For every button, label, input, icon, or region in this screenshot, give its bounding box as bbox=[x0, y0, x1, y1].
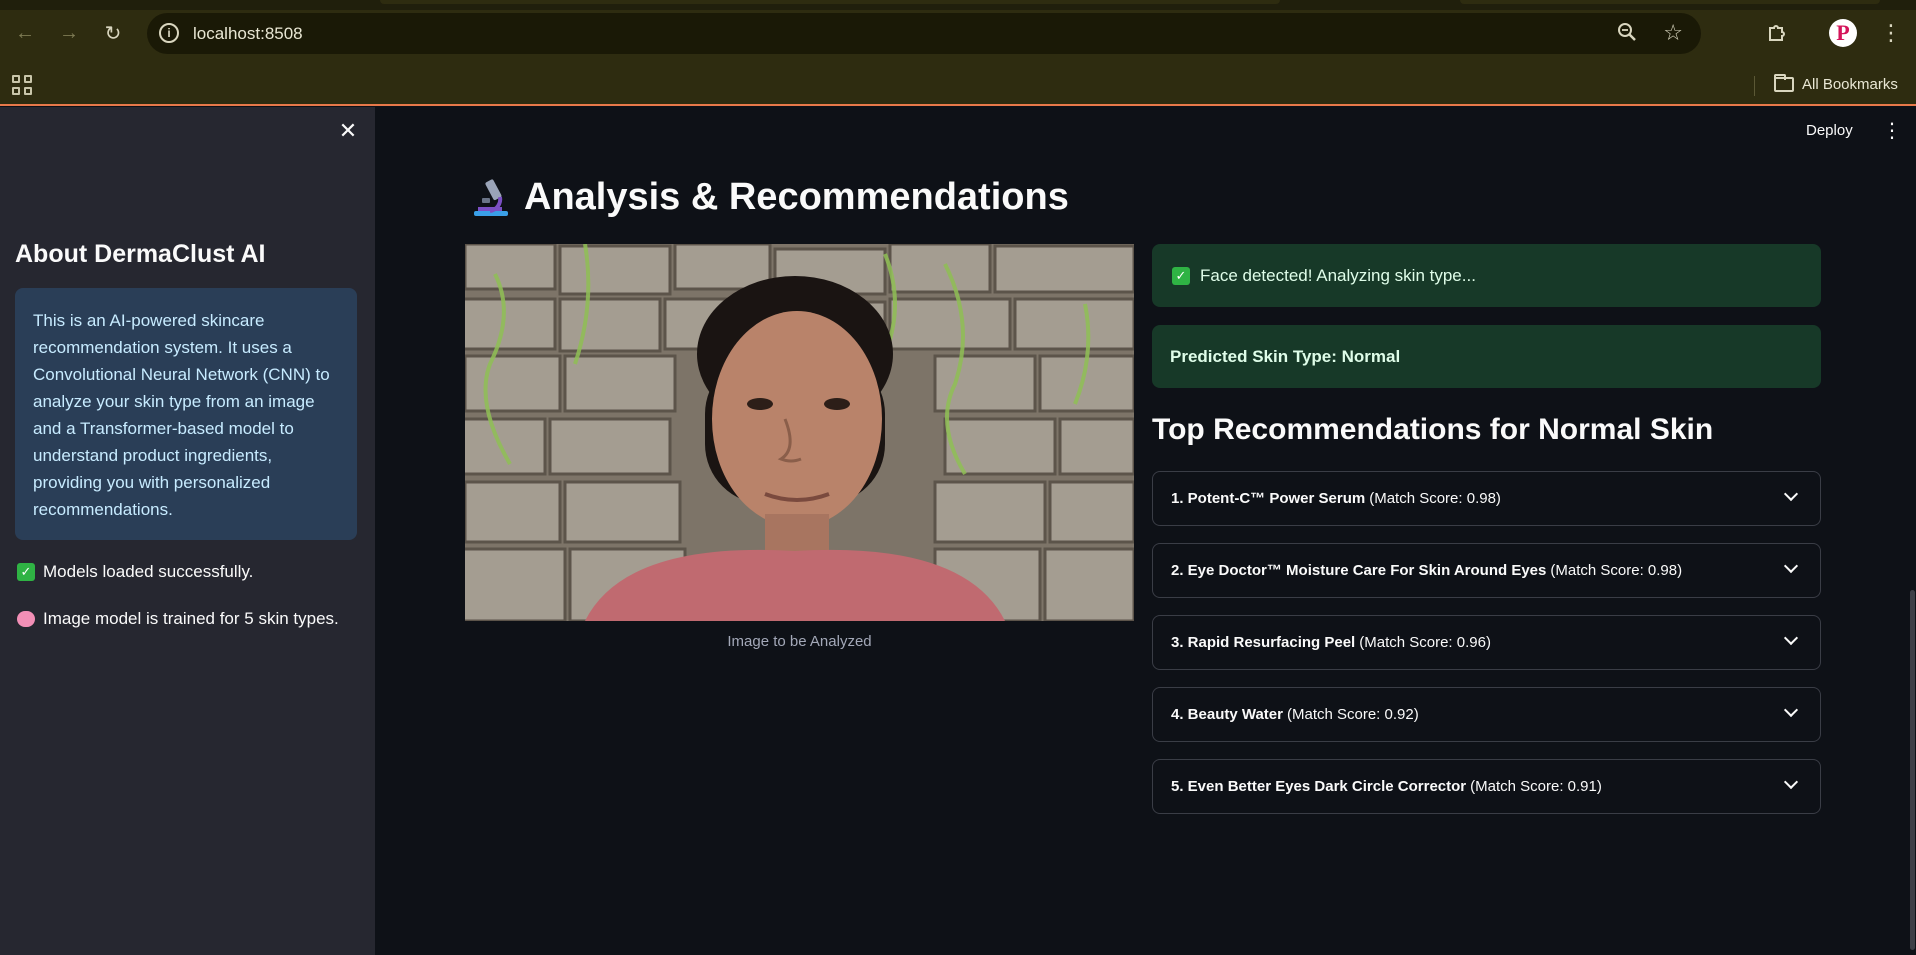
chevron-down-icon[interactable] bbox=[1783, 774, 1799, 790]
sidebar-title: About DermaClust AI bbox=[15, 240, 266, 268]
bookmarks-divider bbox=[1754, 76, 1755, 96]
bookmarks-bar: All Bookmarks bbox=[0, 66, 1916, 106]
match-score: (Match Score: 0.92) bbox=[1286, 706, 1419, 723]
image-caption: Image to be Analyzed bbox=[727, 633, 872, 650]
star-icon[interactable]: ☆ bbox=[1663, 20, 1683, 46]
match-score: (Match Score: 0.98) bbox=[1369, 490, 1501, 507]
status-models: ✓ Models loaded successfully. bbox=[17, 562, 253, 582]
app-menu-icon[interactable]: ⋮ bbox=[1882, 118, 1902, 143]
status-models-text: Models loaded successfully. bbox=[43, 562, 254, 581]
check-icon: ✓ bbox=[1172, 266, 1190, 285]
info-icon[interactable]: i bbox=[159, 23, 179, 43]
tab-strip bbox=[0, 0, 1916, 10]
folder-icon bbox=[1774, 74, 1794, 92]
forward-icon[interactable]: → bbox=[56, 20, 82, 46]
check-icon: ✓ bbox=[17, 563, 35, 581]
face-detected-alert: ✓ Face detected! Analyzing skin type... bbox=[1152, 244, 1821, 307]
product-name: 1. Potent-C™ Power Serum bbox=[1171, 490, 1366, 507]
status-trained-text: Image model is trained for 5 skin types. bbox=[43, 609, 339, 628]
recommendations-heading: Top Recommendations for Normal Skin bbox=[1152, 413, 1714, 446]
predicted-skin-type: Predicted Skin Type: Normal bbox=[1152, 325, 1821, 388]
extensions-icon[interactable] bbox=[1766, 20, 1792, 46]
menu-icon[interactable]: ⋮ bbox=[1880, 20, 1902, 46]
page-title-text: Analysis & Recommendations bbox=[524, 176, 1069, 218]
reload-icon[interactable]: ↻ bbox=[100, 20, 126, 46]
brain-icon bbox=[17, 611, 35, 627]
url-text[interactable]: localhost:8508 bbox=[193, 24, 303, 44]
match-score: (Match Score: 0.96) bbox=[1359, 634, 1491, 651]
browser-toolbar: ← → ↻ i localhost:8508 ☆ P ⋮ bbox=[0, 0, 1916, 66]
all-bookmarks-button[interactable]: All Bookmarks bbox=[1774, 74, 1898, 93]
tab-edge bbox=[1460, 0, 1880, 4]
chevron-down-icon[interactable] bbox=[1783, 630, 1799, 646]
recommendation-expander-4[interactable]: 4. Beauty Water (Match Score: 0.92) bbox=[1152, 687, 1821, 742]
product-name: 2. Eye Doctor™ Moisture Care For Skin Ar… bbox=[1171, 562, 1547, 579]
product-name: 4. Beauty Water bbox=[1171, 706, 1283, 723]
chevron-down-icon[interactable] bbox=[1783, 558, 1799, 574]
face-detected-text: Face detected! Analyzing skin type... bbox=[1200, 265, 1476, 285]
chevron-down-icon[interactable] bbox=[1783, 486, 1799, 502]
deploy-button[interactable]: Deploy bbox=[1806, 122, 1853, 139]
tab-edge bbox=[380, 0, 1280, 4]
page-title: Analysis & Recommendations bbox=[470, 176, 1069, 219]
close-sidebar-icon[interactable]: ✕ bbox=[336, 118, 360, 143]
zoom-icon[interactable] bbox=[1617, 22, 1639, 44]
match-score: (Match Score: 0.98) bbox=[1550, 562, 1683, 579]
recommendation-expander-3[interactable]: 3. Rapid Resurfacing Peel (Match Score: … bbox=[1152, 615, 1821, 670]
all-bookmarks-label: All Bookmarks bbox=[1802, 76, 1898, 93]
scrollbar[interactable] bbox=[1910, 590, 1915, 950]
about-info-box: This is an AI-powered skincare recommend… bbox=[15, 288, 357, 540]
sidebar: ✕ About DermaClust AI This is an AI-powe… bbox=[0, 107, 375, 955]
apps-icon[interactable] bbox=[12, 75, 32, 95]
recommendation-expander-1[interactable]: 1. Potent-C™ Power Serum (Match Score: 0… bbox=[1152, 471, 1821, 526]
product-name: 5. Even Better Eyes Dark Circle Correcto… bbox=[1171, 778, 1467, 795]
status-trained: Image model is trained for 5 skin types. bbox=[17, 609, 339, 629]
recommendation-expander-5[interactable]: 5. Even Better Eyes Dark Circle Correcto… bbox=[1152, 759, 1821, 814]
profile-avatar[interactable]: P bbox=[1829, 19, 1857, 47]
address-bar[interactable]: i localhost:8508 ☆ bbox=[147, 13, 1701, 54]
recommendation-expander-2[interactable]: 2. Eye Doctor™ Moisture Care For Skin Ar… bbox=[1152, 543, 1821, 598]
microscope-icon bbox=[474, 179, 508, 216]
analyzed-photo bbox=[465, 244, 1134, 621]
chevron-down-icon[interactable] bbox=[1783, 702, 1799, 718]
match-score: (Match Score: 0.91) bbox=[1470, 778, 1602, 795]
back-icon[interactable]: ← bbox=[12, 20, 38, 46]
product-name: 3. Rapid Resurfacing Peel bbox=[1171, 634, 1356, 651]
